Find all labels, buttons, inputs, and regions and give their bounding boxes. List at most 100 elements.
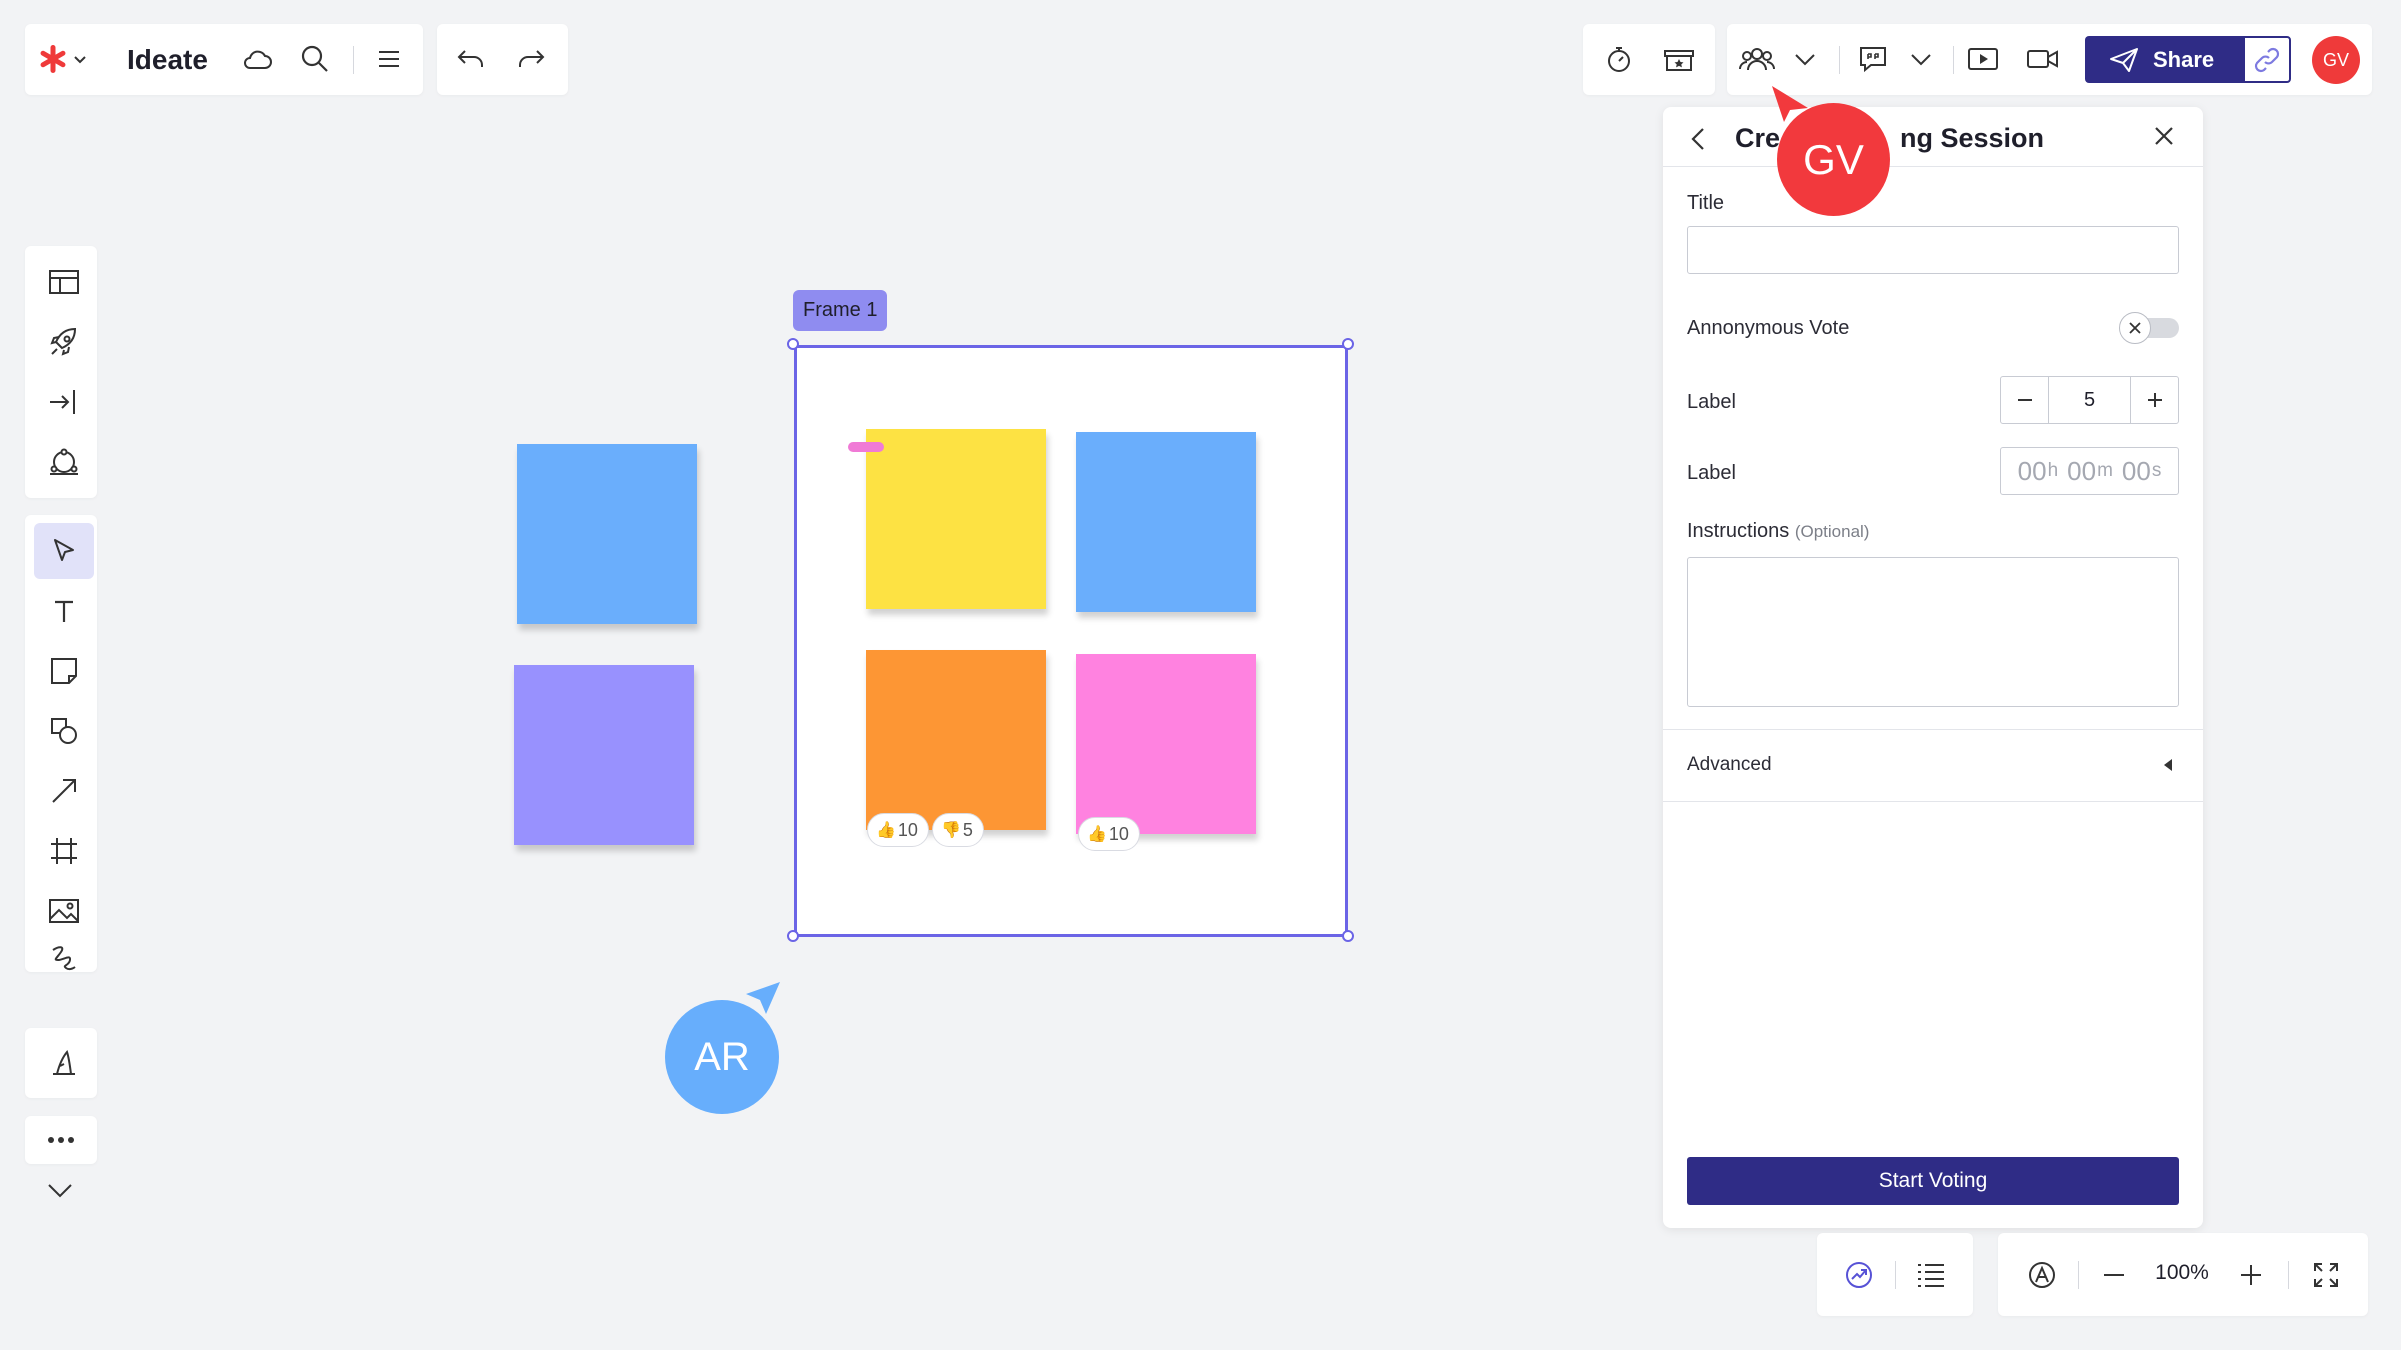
sticky-note-yellow[interactable] <box>866 429 1046 609</box>
fullscreen-expand-icon[interactable] <box>2302 1251 2350 1299</box>
timer-input[interactable]: 00 h 00 m 00 s <box>2000 447 2179 495</box>
activity-trend-icon[interactable] <box>1835 1251 1883 1299</box>
zoom-in-plus-icon[interactable] <box>2227 1251 2275 1299</box>
voting-session-panel: Cre ng Session Title Annonymous Vote Lab… <box>1663 107 2203 1228</box>
redo-icon[interactable] <box>507 35 555 83</box>
toolbar-divider <box>353 46 354 74</box>
share-button-label: Share <box>2153 46 2215 72</box>
frame-resize-handle-tl[interactable] <box>787 338 799 350</box>
sticky-note-purple-outside[interactable] <box>514 665 694 845</box>
user-avatar-initials: GV <box>2322 49 2349 70</box>
more-tools-button[interactable] <box>25 1116 97 1164</box>
line-arrow-tool-icon[interactable] <box>34 763 94 819</box>
sticky-note-orange[interactable] <box>866 650 1046 830</box>
paper-plane-icon <box>2110 47 2138 72</box>
user-avatar[interactable]: GV <box>2312 36 2360 84</box>
timer-label: Label <box>1687 462 1736 484</box>
import-arrow-icon[interactable] <box>34 374 94 430</box>
timer-icon[interactable] <box>1595 35 1643 83</box>
sticky-note-pink[interactable] <box>1076 654 1256 834</box>
outline-list-icon[interactable] <box>1907 1251 1955 1299</box>
text-tool-icon[interactable] <box>34 583 94 639</box>
app-title[interactable]: Ideate <box>127 44 208 76</box>
instructions-textarea[interactable] <box>1687 557 2179 707</box>
minus-icon <box>2017 399 2032 401</box>
decrement-button[interactable] <box>2001 377 2049 423</box>
advanced-divider-bottom <box>1663 801 2203 802</box>
top-right-tools-b: Share GV <box>1727 24 2372 95</box>
toggle-knob-x-icon <box>2119 312 2151 344</box>
comment-chevron-down-icon[interactable] <box>1897 35 1945 83</box>
panel-title-right: ng Session <box>1900 123 2045 153</box>
collaborators-icon[interactable] <box>1733 35 1781 83</box>
shapes-tool-icon[interactable] <box>34 703 94 759</box>
comment-quote-icon[interactable] <box>1849 35 1897 83</box>
cloud-save-icon[interactable] <box>233 35 281 83</box>
present-play-icon[interactable] <box>1959 35 2007 83</box>
start-voting-button[interactable]: Start Voting <box>1687 1157 2179 1205</box>
undo-icon[interactable] <box>447 35 495 83</box>
layout-table-icon[interactable] <box>34 254 94 310</box>
vote-upvote-badge[interactable]: 👍 10 <box>1078 817 1140 851</box>
frame-tool-icon[interactable] <box>34 823 94 879</box>
sticky-note-blue-frame[interactable] <box>1076 432 1256 612</box>
cycle-diagram-icon[interactable] <box>34 434 94 490</box>
app-logo-menu[interactable] <box>33 35 93 83</box>
search-icon[interactable] <box>291 35 339 83</box>
advanced-label: Advanced <box>1687 754 1772 775</box>
video-call-icon[interactable] <box>2019 35 2067 83</box>
image-tool-icon[interactable] <box>34 883 94 939</box>
bottom-zoom-controls: 100% <box>1998 1233 2368 1316</box>
timer-seconds-unit: s <box>2151 460 2162 481</box>
zoom-level[interactable]: 100% <box>2144 1261 2220 1285</box>
hamburger-menu-icon[interactable] <box>365 35 413 83</box>
start-voting-label: Start Voting <box>1878 1169 1988 1192</box>
select-pointer-icon[interactable] <box>34 523 94 579</box>
sticky-tag-pink <box>848 442 884 452</box>
frame-resize-handle-bl[interactable] <box>787 930 799 942</box>
collapse-toolbar-chevron-icon[interactable] <box>45 1180 77 1204</box>
panel-title-left: Cre <box>1735 123 1781 153</box>
top-right-tools-a <box>1583 24 1715 95</box>
rocket-icon[interactable] <box>34 314 94 370</box>
increment-button[interactable] <box>2130 377 2178 423</box>
instructions-label-row: Instructions (Optional) <box>1687 520 1869 543</box>
sticky-note-tool-icon[interactable] <box>34 643 94 699</box>
vote-upvote-badge[interactable]: 👍 10 <box>867 813 929 847</box>
title-input[interactable] <box>1687 226 2179 274</box>
toolbar-divider <box>1953 46 1954 74</box>
frame-resize-handle-br[interactable] <box>1342 930 1354 942</box>
freehand-draw-icon[interactable] <box>34 939 94 979</box>
vote-count-stepper[interactable]: 5 <box>2000 376 2179 424</box>
collaborator-gv-initials: GV <box>1803 135 1864 183</box>
chevron-down-icon <box>74 56 86 64</box>
thumbs-down-icon: 👎 <box>941 822 961 839</box>
copy-link-button[interactable] <box>2243 36 2291 83</box>
anonymous-vote-toggle[interactable] <box>2119 312 2179 344</box>
thumbs-up-icon: 👍 <box>1087 826 1107 843</box>
magic-wand-hat-icon[interactable] <box>34 1035 94 1091</box>
left-toolbar-extra <box>25 1028 97 1098</box>
vote-count-value[interactable]: 5 <box>2049 377 2130 423</box>
vote-downvote-badge[interactable]: 👎 5 <box>932 813 984 847</box>
collaborator-cursor-ar: AR <box>665 1000 779 1114</box>
caret-left-icon <box>2164 759 2172 771</box>
frame-label-tag[interactable]: Frame 1 <box>793 290 888 331</box>
frame-resize-handle-tr[interactable] <box>1342 338 1354 350</box>
back-chevron-icon[interactable] <box>1687 123 1717 159</box>
advanced-section-toggle[interactable]: Advanced <box>1663 730 2203 800</box>
asterisk-logo-icon <box>40 45 66 73</box>
frame-label-text: Frame 1 <box>803 299 878 321</box>
share-button[interactable]: Share <box>2085 36 2243 83</box>
zoom-out-minus-icon[interactable] <box>2090 1251 2138 1299</box>
instructions-label: Instructions <box>1687 520 1790 542</box>
vote-count-label: Label <box>1687 391 1736 413</box>
sticky-note-blue-outside[interactable] <box>517 444 697 624</box>
accessibility-a-icon[interactable] <box>2018 1251 2066 1299</box>
close-icon[interactable] <box>2149 121 2181 153</box>
template-box-icon[interactable] <box>1655 35 1703 83</box>
timer-hours: 00 <box>2017 455 2047 486</box>
instructions-optional: (Optional) <box>1794 522 1870 541</box>
thumbs-up-icon: 👍 <box>876 822 896 839</box>
collaborators-chevron-down-icon[interactable] <box>1781 35 1829 83</box>
